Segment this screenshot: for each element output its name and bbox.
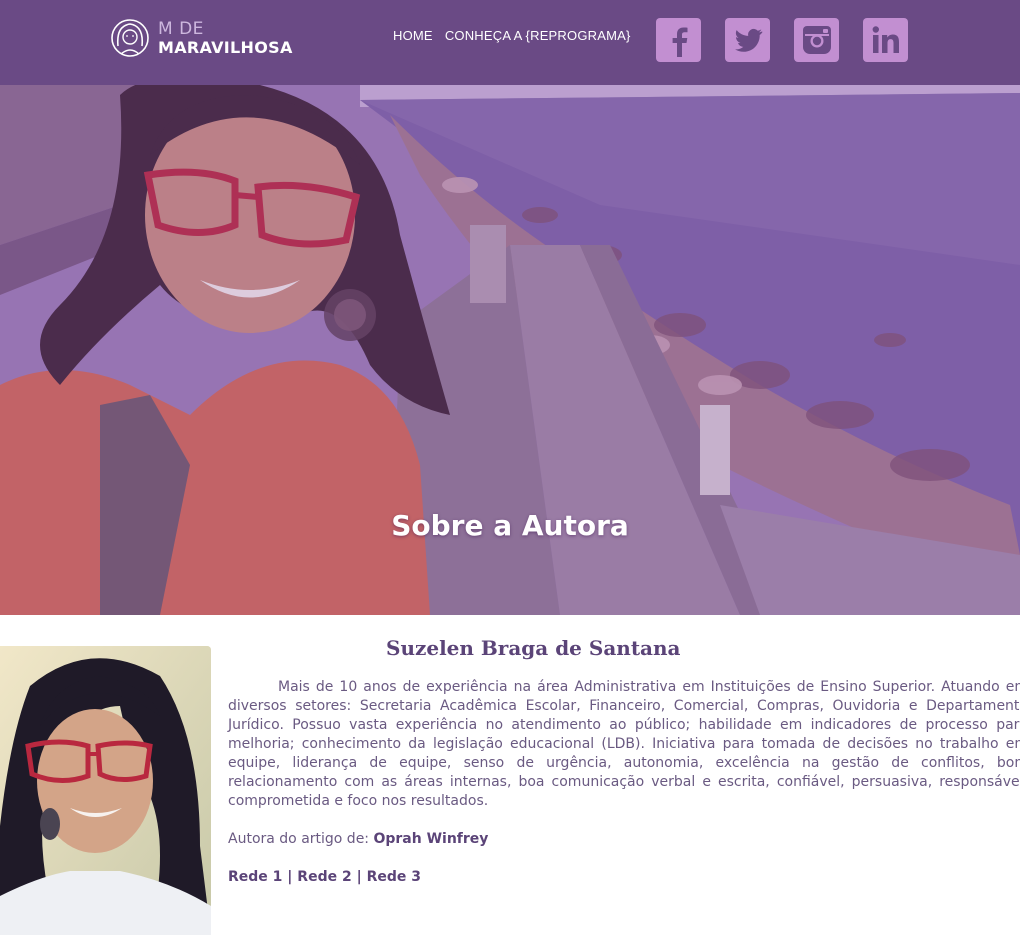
brand-logo[interactable]: M DE MARAVILHOSA: [110, 16, 310, 64]
author-bio: Mais de 10 anos de experiência na área A…: [228, 679, 1020, 809]
linkedin-button[interactable]: [863, 18, 908, 62]
linkedin-icon: [872, 26, 899, 53]
credit-label: Autora do artigo de:: [228, 831, 370, 847]
facebook-icon: [672, 27, 687, 57]
network-link-3[interactable]: Rede 3: [367, 869, 421, 885]
page-title: Sobre a Autora: [391, 509, 629, 542]
twitter-icon: [734, 28, 762, 52]
network-link-2[interactable]: Rede 2: [297, 869, 351, 885]
network-link-1[interactable]: Rede 1: [228, 869, 282, 885]
social-links: [656, 18, 908, 62]
main-nav: HOME CONHEÇA A {REPROGRAMA}: [393, 28, 631, 43]
instagram-button[interactable]: [794, 18, 839, 62]
link-separator: |: [356, 869, 362, 885]
author-name: Suzelen Braga de Santana: [386, 636, 681, 660]
nav-home-link[interactable]: HOME: [393, 28, 433, 43]
author-credit: Autora do artigo de: Oprah Winfrey: [228, 831, 488, 847]
brand-line-2: MARAVILHOSA: [158, 38, 293, 57]
woman-face-logo-icon: [111, 19, 149, 57]
nav-conheca-link[interactable]: CONHEÇA A {REPROGRAMA}: [445, 28, 631, 43]
hero-banner: Sobre a Autora: [0, 85, 1020, 615]
social-network-links: Rede 1 | Rede 2 | Rede 3: [228, 869, 421, 885]
link-separator: |: [287, 869, 293, 885]
credit-article-link[interactable]: Oprah Winfrey: [373, 831, 488, 847]
twitter-button[interactable]: [725, 18, 770, 62]
instagram-icon: [802, 26, 831, 54]
author-portrait-image: [0, 646, 211, 935]
top-navigation-bar: M DE MARAVILHOSA HOME CONHEÇA A {REPROGR…: [0, 0, 1020, 85]
brand-line-1: M DE: [158, 19, 204, 39]
author-photo: [0, 646, 211, 935]
facebook-button[interactable]: [656, 18, 701, 62]
